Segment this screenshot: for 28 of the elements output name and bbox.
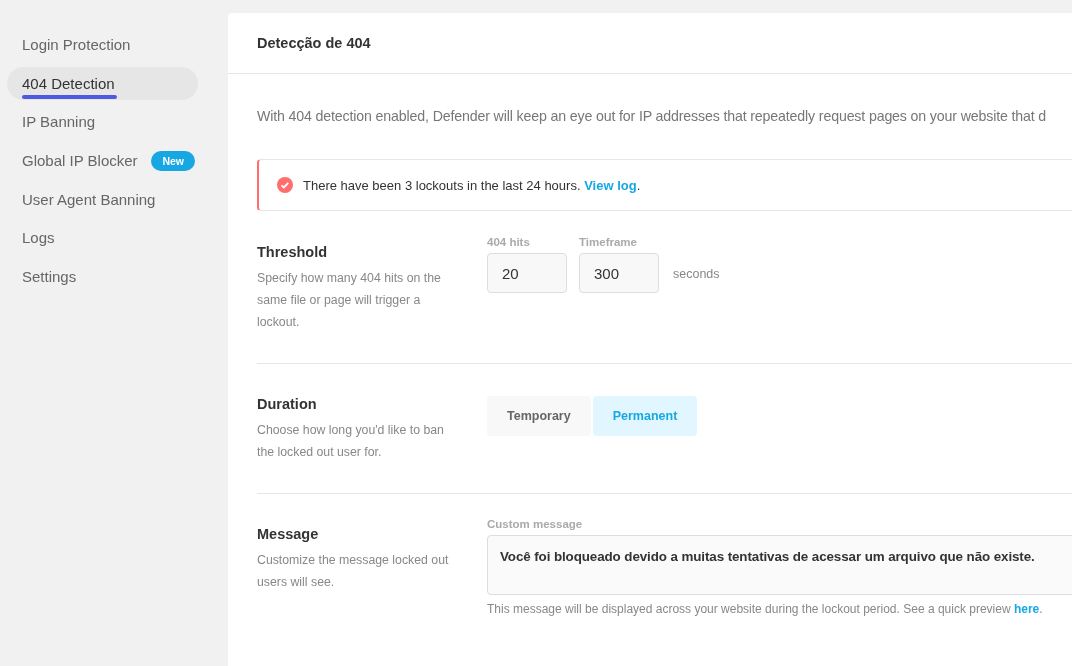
sidebar-item[interactable]: Global IP Blocker New [7,144,198,178]
number-field[interactable]: 300 [579,253,659,293]
sidebar-item[interactable]: IP Banning [7,105,198,139]
new-badge: New [151,150,195,171]
section-title: Threshold [257,244,329,260]
field-label: Timeframe [579,236,638,248]
number-field[interactable]: 20 [487,253,567,293]
section-title: Message [257,526,320,542]
sidebar-item[interactable]: 404 Detection [7,66,198,100]
sidebar-item[interactable]: Logs [7,221,198,255]
section-description: Choose how long you'd like to ban the locked out user for. [257,422,445,461]
view-log-link[interactable]: View log [584,177,637,193]
duration-option[interactable]: Temporary [487,396,591,436]
message-field[interactable]: Você foi bloqueado devido a muitas tentativas de acessar um arquivo que não existe. [487,535,1072,595]
section-description: Customize the message locked out users will see. [257,552,450,591]
sidebar-item[interactable]: User Agent Banning [7,182,198,216]
sidebar-item[interactable]: Settings [7,260,198,294]
sidebar-item[interactable]: Login Protection [7,28,198,61]
unit-label: seconds [673,267,720,281]
section-description: Specify how many 404 hits on the same file or page will trigger a lockout. [257,270,442,331]
field-label: Custom message [487,518,584,530]
section-title: Duration [257,396,318,412]
panel-title: Detecção de 404 [257,35,371,51]
help-text: This message will be displayed across your website during the lockout period. See a quick preview here. [487,602,1044,616]
intro-text: With 404 detection enabled, Defender will keep an eye out for IP addresses that repeatedly request pages on your website that d [257,108,1048,124]
field-label: 404 hits [487,236,531,248]
notice-text: There have been 3 lockouts in the last 24 hours. View log. [303,177,641,193]
check-icon [277,177,293,193]
